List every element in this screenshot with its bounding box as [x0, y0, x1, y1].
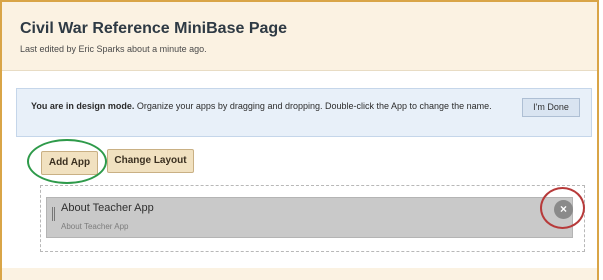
notice-body-text: Organize your apps by dragging and dropp… [134, 101, 492, 111]
last-edited-text: Last edited by Eric Sparks about a minut… [20, 44, 207, 54]
notice-text: You are in design mode. Organize your ap… [31, 99, 501, 113]
app-item[interactable]: About Teacher App About Teacher App [46, 197, 573, 238]
green-highlight-circle [27, 139, 107, 184]
design-mode-notice: You are in design mode. Organize your ap… [16, 88, 592, 137]
change-layout-button[interactable]: Change Layout [107, 149, 194, 173]
page-header: Civil War Reference MiniBase Page Last e… [2, 2, 597, 71]
notice-bold-text: You are in design mode. [31, 101, 135, 111]
page-title: Civil War Reference MiniBase Page [20, 20, 288, 37]
red-highlight-circle [540, 187, 585, 229]
drag-handle-icon[interactable] [52, 207, 55, 221]
footer-strip [2, 268, 597, 280]
app-subtitle: About Teacher App [61, 222, 129, 231]
done-button[interactable]: I'm Done [522, 98, 580, 117]
app-title: About Teacher App [61, 202, 154, 214]
